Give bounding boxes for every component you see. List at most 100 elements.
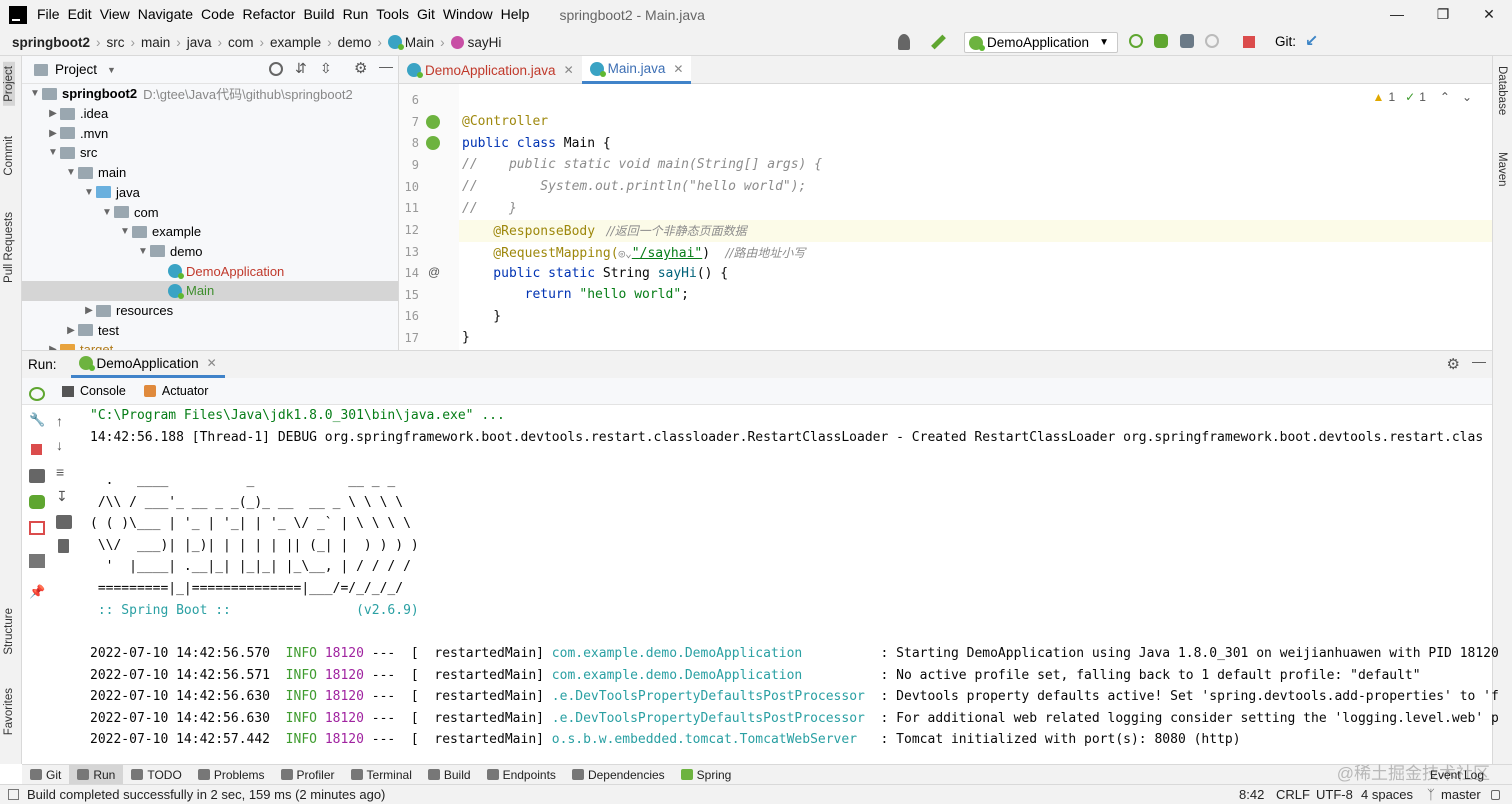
spring-bean-gutter-icon[interactable] [426,115,440,129]
caret-position[interactable]: 8:42 [1239,787,1264,802]
arrow-down-icon[interactable]: ↓ [56,437,72,453]
menu-help[interactable]: Help [497,0,534,29]
menu-tools[interactable]: Tools [372,0,413,29]
tree-item-mvn[interactable]: ▶ .mvn [22,123,398,143]
locate-icon[interactable] [269,62,283,76]
build-hammer-icon[interactable] [931,34,946,50]
database-tool-button[interactable]: Database [1496,66,1508,115]
gear-icon[interactable]: ⚙ [354,59,367,77]
subtab-actuator[interactable]: Actuator [143,384,208,398]
pin-icon[interactable]: 📌 [29,584,45,599]
trash-icon[interactable] [58,539,69,553]
tool-tab-endpoints[interactable]: Endpoints [479,765,564,785]
tool-tab-spring[interactable]: Spring [673,765,740,785]
tool-tab-dependencies[interactable]: Dependencies [564,765,673,785]
favorites-tool-button[interactable]: Favorites [3,688,15,735]
layout-icon[interactable] [29,554,45,568]
stop-icon[interactable] [1243,36,1255,48]
tool-tab-terminal[interactable]: Terminal [343,765,420,785]
tree-item-demo[interactable]: ▼ demo [22,242,398,262]
breadcrumb-main-class[interactable]: Main [405,35,434,50]
breadcrumb-main[interactable]: main [141,35,170,50]
breadcrumb-com[interactable]: com [228,35,254,50]
breadcrumb-demo[interactable]: demo [338,35,372,50]
menu-run[interactable]: Run [339,0,373,29]
menu-build[interactable]: Build [299,0,338,29]
code-line-16[interactable]: } [462,309,501,324]
tree-item-target[interactable]: ▶ target [22,340,398,350]
status-toggle-icon[interactable] [8,789,19,800]
run-tab-demoapplication[interactable]: DemoApplication ✕ [70,351,225,378]
menu-refactor[interactable]: Refactor [239,0,300,29]
collapse-all-icon[interactable]: ⇳ [320,60,332,77]
hide-panel-icon[interactable]: — [1472,353,1486,369]
tool-tab-profiler[interactable]: Profiler [273,765,343,785]
breadcrumb-java[interactable]: java [187,35,212,50]
tab-main[interactable]: Main.java ✕ [581,56,692,84]
chevron-down-icon[interactable]: ⌄ [1462,90,1472,104]
chevron-right-icon[interactable]: ▶ [82,305,96,316]
rerun-icon[interactable] [29,387,45,401]
git-branch[interactable]: master [1441,787,1481,802]
code-line-11[interactable]: // } [462,201,517,216]
tree-item-demoapplication[interactable]: DemoApplication [22,261,398,281]
menu-git[interactable]: Git [413,0,439,29]
menu-view[interactable]: View [96,0,134,29]
close-icon[interactable]: ✕ [1466,0,1512,29]
chevron-down-icon[interactable]: ▼ [136,246,150,257]
scroll-to-end-icon[interactable]: ↧ [56,488,72,504]
camera-icon[interactable] [29,469,45,483]
spring-bean-gutter-icon[interactable] [426,136,440,150]
code-line-7[interactable]: @Controller [462,114,548,129]
tree-item-main-class[interactable]: Main [22,281,398,301]
file-encoding[interactable]: UTF-8 [1316,787,1353,802]
event-log-button[interactable]: Event Log [1422,765,1492,785]
restore-icon[interactable]: ❐ [1420,0,1466,29]
coverage-icon[interactable] [1180,34,1194,48]
debug-icon[interactable] [29,495,45,509]
tool-tab-build[interactable]: Build [420,765,479,785]
chevron-down-icon[interactable]: ▼ [82,187,96,198]
hide-panel-icon[interactable]: — [379,58,393,74]
tree-root[interactable]: ▼ springboot2 D:\gtee\Java代码\github\spri… [22,84,398,104]
rerun-icon[interactable] [1129,34,1143,48]
tree-item-com[interactable]: ▼ com [22,202,398,222]
pull-requests-tool-button[interactable]: Pull Requests [3,212,15,283]
breadcrumb-project[interactable]: springboot2 [12,35,90,50]
maven-tool-button[interactable]: Maven [1496,152,1508,187]
breadcrumb-example[interactable]: example [270,35,321,50]
expand-all-icon[interactable]: ⇵ [295,60,307,77]
user-icon[interactable] [898,34,910,50]
chevron-right-icon[interactable]: ▶ [46,108,60,119]
close-tab-icon[interactable]: ✕ [564,63,574,77]
debug-icon[interactable] [1154,34,1168,48]
chevron-right-icon[interactable]: ▶ [64,325,78,336]
close-tab-icon[interactable]: ✕ [673,62,683,76]
exit-icon[interactable] [29,521,45,535]
tab-demoapplication[interactable]: DemoApplication.java ✕ [399,56,582,84]
lock-icon[interactable] [1491,790,1500,800]
wrench-icon[interactable]: 🔧 [29,412,45,427]
globe-icon[interactable]: ◎⌄ [619,247,632,260]
print-icon[interactable] [56,515,72,529]
code-line-17[interactable]: } [462,330,470,345]
chevron-down-icon[interactable]: ▼ [64,167,78,178]
code-line-12[interactable]: @ResponseBody //返回一个非静态页面数据 [462,222,746,239]
menu-file[interactable]: File [33,0,64,29]
breadcrumb-method[interactable]: sayHi [468,35,502,50]
tool-tab-run[interactable]: Run [69,764,124,785]
indent-setting[interactable]: 4 spaces [1361,787,1413,802]
tool-tab-git[interactable]: Git [22,765,69,785]
tree-item-test[interactable]: ▶ test [22,320,398,340]
git-update-icon[interactable]: ↙ [1305,34,1321,50]
soft-wrap-icon[interactable]: ≡ [56,464,72,480]
stop-icon[interactable] [31,444,42,455]
mapping-gutter-icon[interactable]: @ [428,265,440,279]
inspection-widget[interactable]: ▲ 1 ✓ 1 ⌃ ⌄ [1373,90,1472,104]
tree-item-example[interactable]: ▼ example [22,222,398,242]
tree-item-java[interactable]: ▼ java [22,183,398,203]
gear-icon[interactable]: ⚙ [1447,355,1460,373]
code-line-8[interactable]: public class Main { [462,136,611,151]
run-configuration-select[interactable]: DemoApplication ▼ [964,32,1118,53]
code-line-10[interactable]: // System.out.println("hello world"); [462,179,806,194]
